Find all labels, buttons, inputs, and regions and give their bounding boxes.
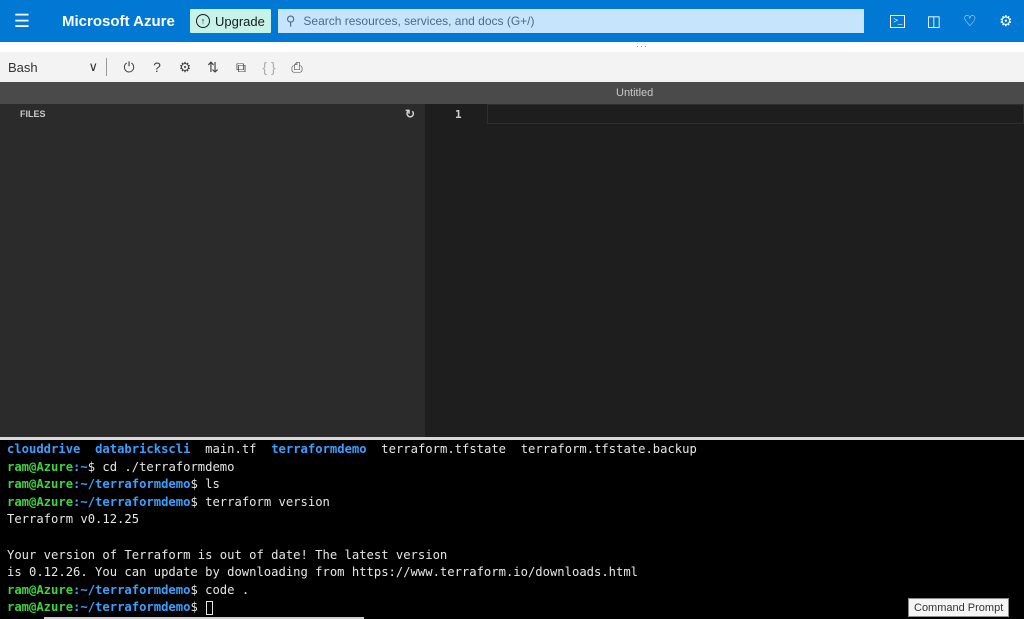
- braces-icon: { }: [262, 59, 276, 75]
- upload-download-button[interactable]: ⇅: [199, 52, 227, 82]
- settings-button[interactable]: ⚙: [988, 0, 1024, 42]
- bell-icon: ♡: [963, 13, 977, 30]
- help-button[interactable]: ?: [143, 52, 171, 82]
- hamburger-menu-icon[interactable]: ☰: [0, 0, 44, 42]
- prompt-path: :~/terraformdemo: [73, 494, 191, 509]
- upgrade-arrow-icon: ↑: [196, 14, 210, 28]
- prompt-user: ram@Azure: [7, 477, 74, 492]
- terminal-line: ram@Azure:~/terraformdemo$: [7, 599, 1024, 617]
- search-placeholder: Search resources, services, and docs (G+…: [303, 14, 535, 28]
- notifications-button[interactable]: ♡: [952, 0, 988, 42]
- header-actions: >_ ◫ ♡ ⚙: [880, 0, 1024, 42]
- resize-grip-icon[interactable]: ···: [636, 42, 648, 51]
- new-session-button[interactable]: ⧉: [227, 52, 255, 82]
- web-preview-button[interactable]: { }: [255, 52, 283, 82]
- refresh-icon[interactable]: ↻: [405, 107, 415, 121]
- open-new-session-icon: ⧉: [236, 58, 246, 75]
- search-input[interactable]: ⚲ Search resources, services, and docs (…: [277, 9, 864, 33]
- line-number: 1: [455, 107, 462, 121]
- prompt-user: ram@Azure: [7, 494, 74, 509]
- upgrade-button[interactable]: ↑ Upgrade: [190, 9, 271, 33]
- restart-button[interactable]: ⏻: [115, 52, 143, 82]
- prompt-path: :~/terraformdemo: [73, 477, 191, 492]
- files-panel: FILES ↻: [0, 104, 425, 437]
- upload-download-icon: ⇅: [207, 58, 219, 75]
- current-line-highlight[interactable]: [487, 104, 1024, 124]
- ls-file: main.tf: [205, 442, 257, 456]
- code-editor[interactable]: 1: [425, 104, 1024, 437]
- directory-filter-icon: ◫: [926, 13, 941, 30]
- terminal[interactable]: clouddrive databrickscli main.tf terrafo…: [0, 440, 1024, 619]
- search-icon: ⚲: [285, 13, 296, 28]
- prompt-path: :~/terraformdemo: [73, 582, 191, 597]
- terminal-cursor[interactable]: [206, 600, 214, 615]
- shell-select-value: Bash: [8, 59, 38, 75]
- power-icon: ⏻: [123, 58, 135, 75]
- directory-filter-button[interactable]: ◫: [916, 0, 952, 42]
- terminal-command: $: [190, 600, 206, 615]
- cloud-shell-button[interactable]: >_: [880, 0, 916, 42]
- prompt-path: :~: [73, 459, 88, 474]
- files-title: FILES: [20, 109, 46, 119]
- cloud-shell-icon: >_: [890, 14, 906, 28]
- code-line[interactable]: 1: [425, 104, 1024, 124]
- editor-tab-bar: Untitled: [0, 82, 1024, 104]
- prompt-path: :~/terraformdemo: [73, 600, 191, 615]
- ls-file: terraform.tfstate: [381, 442, 507, 456]
- prompt-user: ram@Azure: [7, 600, 74, 615]
- ls-file: terraform.tfstate.backup: [520, 442, 697, 456]
- terminal-line: ram@Azure:~$ cd ./terraformdemo: [7, 459, 1024, 477]
- terminal-line: ram@Azure:~/terraformdemo$ ls: [7, 476, 1024, 494]
- gear-icon: ⚙: [999, 13, 1013, 30]
- open-editor-icon: ⎙: [291, 58, 303, 75]
- ls-dir: clouddrive: [7, 442, 81, 456]
- settings-icon: ⚙: [178, 58, 192, 75]
- shell-select[interactable]: Bash ∨: [8, 59, 100, 75]
- cloud-shell-toolbar: Bash ∨ ⏻ ? ⚙ ⇅ ⧉ { } ⎙: [0, 52, 1024, 82]
- terminal-output: Your version of Terraform is out of date…: [7, 547, 448, 562]
- help-icon: ?: [153, 59, 161, 75]
- top-header: ☰ Microsoft Azure ↑ Upgrade ⚲ Search res…: [0, 0, 1024, 42]
- tooltip: Command Prompt: [908, 598, 1010, 617]
- shell-settings-button[interactable]: ⚙: [171, 52, 199, 82]
- terminal-line: clouddrive databrickscli main.tf terrafo…: [7, 441, 1024, 459]
- terminal-output: Terraform v0.12.25: [7, 512, 140, 527]
- prompt-user: ram@Azure: [7, 459, 74, 474]
- chevron-down-icon: ∨: [88, 59, 98, 74]
- terminal-line: ram@Azure:~/terraformdemo$ terraform ver…: [7, 494, 1024, 512]
- terminal-command: $ ls: [190, 477, 220, 492]
- terminal-command: $ cd ./terraformdemo: [87, 459, 235, 474]
- files-header: FILES ↻: [0, 104, 425, 124]
- terminal-output: is 0.12.26. You can update by downloadin…: [7, 565, 639, 580]
- ls-dir: terraformdemo: [271, 442, 367, 456]
- resize-strip[interactable]: ···: [0, 42, 1024, 51]
- toolbar-divider: [106, 58, 107, 76]
- open-editor-button[interactable]: ⎙: [283, 52, 311, 82]
- terminal-command: $ code .: [190, 582, 250, 597]
- ls-dir: databrickscli: [95, 442, 191, 456]
- prompt-user: ram@Azure: [7, 582, 74, 597]
- upgrade-label: Upgrade: [215, 13, 265, 29]
- brand-title[interactable]: Microsoft Azure: [62, 13, 184, 30]
- editor-tab-title[interactable]: Untitled: [616, 82, 653, 104]
- terminal-line: ram@Azure:~/terraformdemo$ code .: [7, 582, 1024, 600]
- terminal-command: $ terraform version: [190, 494, 330, 509]
